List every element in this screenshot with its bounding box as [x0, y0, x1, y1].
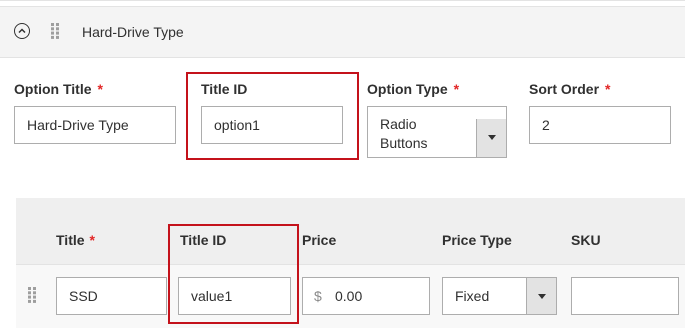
row-title-input[interactable]	[56, 277, 167, 315]
grid-title-header-text: Title	[56, 232, 85, 248]
collapse-circle-icon[interactable]	[14, 23, 30, 39]
grid-title-header: Title *	[56, 232, 95, 248]
option-type-label-text: Option Type	[367, 81, 448, 97]
option-title-label: Option Title *	[14, 81, 103, 97]
required-mark: *	[605, 81, 611, 97]
currency-symbol: $	[314, 288, 322, 304]
option-header-title: Hard-Drive Type	[82, 24, 184, 40]
title-id-label: Title ID	[201, 81, 248, 97]
top-divider	[0, 0, 685, 1]
option-type-label: Option Type *	[367, 81, 459, 97]
option-header: Hard-Drive Type	[0, 6, 685, 58]
sort-order-input[interactable]	[529, 106, 671, 144]
row-price-type-value: Fixed	[455, 288, 490, 304]
option-type-value-line1: Radio	[380, 116, 417, 132]
grid-price-type-header: Price Type	[442, 232, 512, 248]
row-price-type-select[interactable]: Fixed	[442, 277, 557, 315]
grid-price-header: Price	[302, 232, 337, 248]
option-type-select[interactable]: Radio Buttons	[367, 106, 507, 158]
required-mark: *	[89, 232, 95, 248]
grid-sku-header: SKU	[571, 232, 601, 248]
title-id-input[interactable]	[201, 106, 343, 144]
option-type-value-line2: Buttons	[380, 135, 428, 151]
row-sku-input[interactable]	[571, 277, 679, 315]
dropdown-arrow-icon[interactable]	[476, 119, 506, 157]
sort-order-label-text: Sort Order	[529, 81, 600, 97]
required-mark: *	[97, 81, 103, 97]
option-title-label-text: Option Title	[14, 81, 92, 97]
required-mark: *	[453, 81, 460, 97]
dropdown-arrow-icon[interactable]	[526, 278, 556, 314]
sort-order-label: Sort Order *	[529, 81, 610, 97]
grid-title-id-header: Title ID	[180, 232, 227, 248]
drag-handle-icon[interactable]	[28, 287, 37, 303]
drag-handle-icon[interactable]	[51, 23, 60, 39]
row-title-id-input[interactable]	[178, 277, 291, 315]
option-title-input[interactable]	[14, 106, 176, 144]
